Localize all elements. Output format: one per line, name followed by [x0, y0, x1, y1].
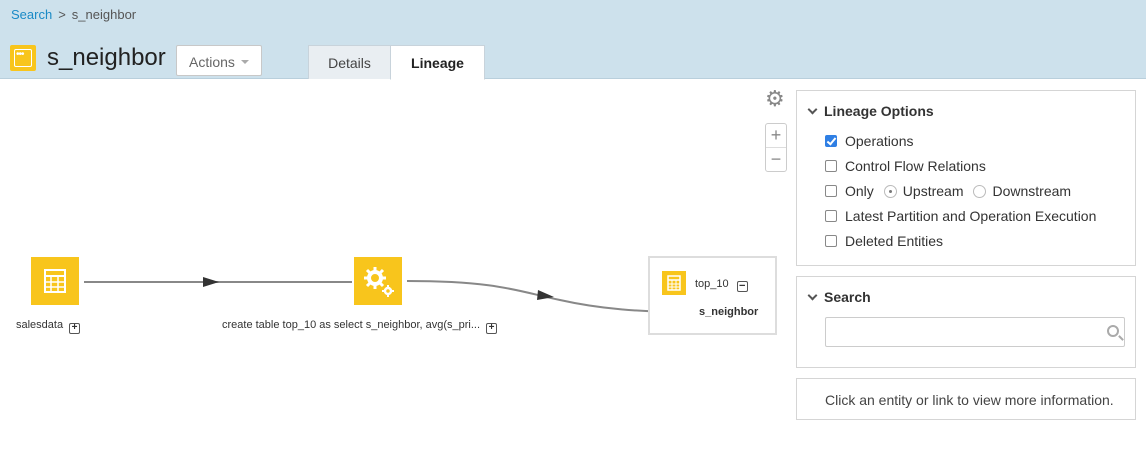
panel-title-text: Search [824, 289, 871, 305]
table-icon [667, 275, 681, 291]
top10-label[interactable]: top_10− [695, 278, 748, 292]
table-icon [44, 269, 66, 293]
option-operations[interactable]: Operations [825, 133, 913, 149]
zoom-in-button[interactable]: + [766, 124, 786, 148]
view-entity-icon [10, 45, 36, 71]
page-title: s_neighbor [47, 44, 166, 71]
lineage-options-header[interactable]: Lineage Options [807, 103, 934, 119]
search-icon[interactable] [1107, 325, 1119, 337]
actions-label: Actions [189, 54, 235, 70]
option-label: Operations [845, 133, 914, 149]
option-only[interactable]: Only Upstream Downstream [825, 183, 1071, 199]
deleted-entities-checkbox[interactable] [825, 235, 837, 247]
breadcrumb-search-link[interactable]: Search [11, 7, 52, 22]
lineage-options-panel: Lineage Options Operations Control Flow … [796, 90, 1136, 266]
option-label: Only [845, 183, 874, 199]
option-latest-partition[interactable]: Latest Partition and Operation Execution [825, 208, 1096, 224]
node-label-text: create table top_10 as select s_neighbor… [222, 319, 481, 331]
actions-dropdown-button[interactable]: Actions [176, 45, 262, 76]
option-control-flow[interactable]: Control Flow Relations [825, 158, 986, 174]
chevron-down-icon [807, 104, 818, 115]
control-flow-checkbox[interactable] [825, 160, 837, 172]
upstream-label: Upstream [902, 183, 964, 199]
chevron-down-icon [807, 290, 818, 301]
expand-plus-icon[interactable]: + [486, 323, 498, 334]
zoom-controls: + − [765, 123, 787, 172]
target-label-text: top_10 [695, 278, 729, 290]
tab-lineage[interactable]: Lineage [390, 45, 485, 80]
target-table-frame [648, 256, 777, 335]
option-label: Control Flow Relations [845, 158, 986, 174]
upstream-radio[interactable] [883, 185, 897, 198]
latest-partition-checkbox[interactable] [825, 210, 837, 222]
only-checkbox[interactable] [825, 185, 837, 197]
downstream-radio[interactable] [973, 185, 987, 198]
breadcrumb: Search > s_neighbor [11, 7, 136, 22]
zoom-out-button[interactable]: − [766, 148, 786, 172]
tab-details[interactable]: Details [308, 45, 391, 79]
breadcrumb-separator: > [58, 7, 66, 22]
caret-down-icon [241, 60, 249, 64]
panel-title-text: Lineage Options [824, 103, 934, 119]
downstream-label: Downstream [992, 183, 1072, 199]
search-panel-header[interactable]: Search [807, 289, 871, 305]
node-label-text: salesdata [16, 319, 64, 331]
search-panel: Search [796, 276, 1136, 368]
settings-gear-icon[interactable]: ⚙ [765, 88, 787, 110]
page-header: Search > s_neighbor s_neighbor Actions Det… [0, 0, 1146, 80]
lineage-search-input[interactable] [825, 317, 1125, 347]
operations-checkbox[interactable] [825, 135, 837, 147]
option-label: Latest Partition and Operation Execution [845, 208, 1097, 224]
operation-node-label[interactable]: create table top_10 as select s_neighbor… [222, 319, 498, 334]
info-panel: Click an entity or link to view more inf… [796, 378, 1136, 420]
info-message: Click an entity or link to view more inf… [825, 392, 1114, 408]
gears-icon [364, 267, 394, 297]
expand-plus-icon[interactable]: + [69, 323, 81, 334]
arrowhead-1 [203, 277, 219, 287]
breadcrumb-current: s_neighbor [71, 7, 137, 22]
option-deleted-entities[interactable]: Deleted Entities [825, 233, 943, 249]
salesdata-node[interactable] [31, 257, 79, 305]
top10-table-node[interactable] [662, 271, 686, 295]
collapse-minus-icon[interactable]: − [736, 281, 748, 292]
column-s-neighbor[interactable]: s_neighbor [699, 306, 758, 318]
salesdata-node-label[interactable]: salesdata + [16, 319, 81, 334]
option-label: Deleted Entities [845, 233, 944, 249]
operation-node[interactable] [354, 257, 402, 305]
